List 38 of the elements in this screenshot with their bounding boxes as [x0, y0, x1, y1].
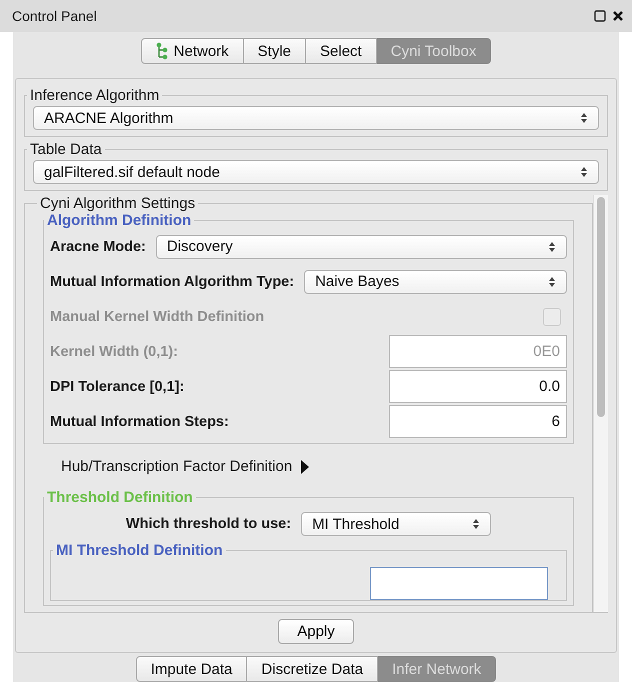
field-label: Kernel Width (0,1):	[50, 344, 178, 360]
stepper-icon	[548, 240, 556, 252]
field-label: Mutual Information Algorithm Type:	[50, 274, 294, 290]
field-label: Which threshold to use:	[126, 516, 292, 532]
maximize-icon[interactable]	[594, 10, 606, 22]
tab[interactable]: Discretize Data	[247, 656, 378, 682]
apply-button[interactable]: Apply	[278, 619, 354, 644]
tab[interactable]: Select	[306, 38, 377, 64]
group-legend: Table Data	[27, 141, 105, 158]
stepper-icon	[472, 518, 480, 530]
window-title: Control Panel	[12, 8, 98, 24]
stepper-icon	[580, 166, 588, 178]
section-legend: Threshold Definition	[44, 489, 196, 506]
close-icon[interactable]	[612, 10, 624, 22]
group-legend: Inference Algorithm	[27, 87, 162, 104]
field-label: Manual Kernel Width Definition	[50, 308, 264, 324]
section-toggle[interactable]: Hub/Transcription Factor Definition	[61, 458, 292, 475]
input-field[interactable]: 6	[389, 405, 567, 438]
tab[interactable]: Style	[244, 38, 306, 64]
input-field[interactable]: 0.0	[389, 370, 567, 403]
section-legend: MI Threshold Definition	[53, 542, 226, 559]
tab[interactable]: Impute Data	[136, 656, 248, 682]
dropdown[interactable]: MI Threshold	[301, 512, 492, 536]
field-label: Mutual Information Steps:	[50, 414, 229, 430]
dropdown[interactable]: Naive Bayes	[304, 270, 567, 294]
scrollbar[interactable]	[593, 195, 608, 612]
tab[interactable]: Network	[140, 38, 244, 64]
expand-arrow-icon[interactable]	[300, 458, 310, 474]
group-legend: Cyni Algorithm Settings	[37, 195, 198, 212]
field-label: Aracne Mode:	[50, 238, 146, 254]
input-field[interactable]	[370, 567, 548, 600]
field-label: DPI Tolerance [0,1]:	[50, 378, 184, 394]
section-legend: Algorithm Definition	[44, 212, 194, 229]
dropdown[interactable]: Discovery	[156, 234, 567, 258]
algorithm-select[interactable]: ARACNE Algorithm	[33, 106, 599, 130]
table-select[interactable]: galFiltered.sif default node	[33, 160, 599, 184]
stepper-icon	[580, 112, 588, 124]
stepper-icon	[548, 276, 556, 288]
